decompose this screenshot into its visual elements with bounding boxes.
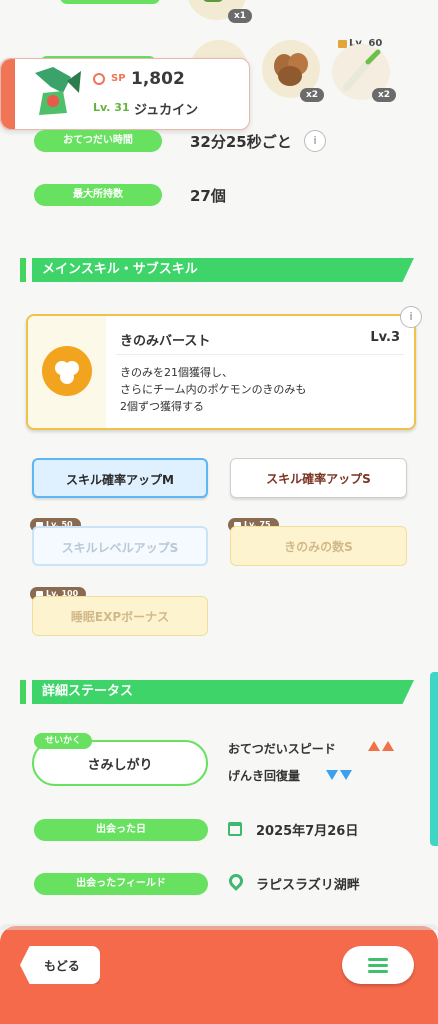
item-1-qty-badge: x1 (228, 9, 253, 23)
footer-bar: もどる (0, 924, 438, 1024)
skill-info-icon[interactable]: i (400, 306, 422, 328)
pokemon-name: ジュカイン (134, 103, 199, 118)
skills-section-header: メインスキル・サブスキル (20, 258, 414, 282)
max-carry-label: 最大所持数 (34, 184, 162, 206)
main-skill-level: Lv.3 (370, 330, 400, 345)
sp-label: SP (111, 73, 126, 84)
info-icon[interactable]: i (304, 130, 326, 152)
menu-button[interactable] (342, 946, 414, 984)
sp-icon (93, 73, 105, 85)
met-field-value: ラピスラズリ湖畔 (256, 878, 360, 893)
sub-skill-2-button[interactable]: スキル確率アップS (230, 458, 407, 498)
up-arrow-icon (368, 741, 380, 751)
scrollbar-thumb[interactable] (430, 672, 438, 846)
item-4-qty-badge: x2 (372, 88, 397, 102)
main-skill-details: きのみバースト Lv.3 きのみを21個獲得し、 さらにチーム内のポケモンのきの… (106, 316, 414, 428)
berry-burst-icon (42, 346, 92, 396)
divider (116, 354, 404, 355)
pokemon-sprite-icon (35, 67, 81, 115)
back-button[interactable]: もどる (20, 946, 100, 984)
nature-tag: せいかく (34, 733, 92, 749)
main-skill-desc-line3: 2個ずつ獲得する (120, 400, 204, 413)
header-bar (20, 680, 26, 704)
calendar-icon (228, 822, 242, 836)
sub-skill-3-button[interactable]: スキルレベルアップS (32, 526, 208, 566)
main-skill-desc-line2: さらにチーム内のポケモンのきのみも (120, 383, 307, 396)
pokemon-summary-card[interactable]: SP 1,802 Lv. 31 ジュカイン (0, 58, 250, 130)
item-3-qty-badge: x2 (300, 88, 325, 102)
nature-value: さみしがり (87, 758, 153, 773)
back-button-label: もどる (44, 959, 80, 973)
up-arrows-icon (368, 741, 394, 751)
location-pin-icon (226, 871, 246, 891)
card-accent-stripe (1, 59, 15, 129)
main-skill-card[interactable]: きのみバースト Lv.3 きのみを21個獲得し、 さらにチーム内のポケモンのきの… (26, 314, 416, 430)
met-date-value: 2025年7月26日 (256, 824, 359, 839)
detail-section-header: 詳細ステータス (20, 680, 414, 704)
up-arrow-icon (382, 741, 394, 751)
down-arrows-icon (326, 770, 352, 780)
footer-edge (0, 924, 438, 930)
max-carry-value: 27個 (190, 187, 226, 205)
sub-skill-4-button[interactable]: きのみの数S (230, 526, 407, 566)
top-green-pill-fragment (60, 0, 160, 4)
met-field-label: 出会ったフィールド (34, 873, 208, 895)
detail-section-title: 詳細ステータス (42, 684, 134, 699)
main-skill-name: きのみバースト (120, 334, 211, 349)
pokemon-level: Lv. 31 (93, 101, 130, 114)
header-bar (20, 258, 26, 282)
sp-value: 1,802 (131, 69, 185, 89)
hamburger-icon (368, 958, 388, 973)
sub-skill-5-button[interactable]: 睡眠EXPボーナス (32, 596, 208, 636)
nature-down-stat: げんき回復量 (228, 769, 301, 783)
help-time-label: おてつだい時間 (34, 130, 162, 152)
sub-skill-1-button[interactable]: スキル確率アップM (32, 458, 208, 498)
met-date-label: 出会った日 (34, 819, 208, 841)
skills-section-title: メインスキル・サブスキル (42, 262, 198, 277)
help-time-value: 32分25秒ごと (190, 133, 292, 151)
main-skill-desc-line1: きのみを21個獲得し、 (120, 366, 233, 379)
nature-up-stat: おてつだいスピード (228, 742, 336, 756)
berry-icon (55, 361, 79, 384)
down-arrow-icon (326, 770, 338, 780)
leaf-icon (202, 0, 224, 2)
down-arrow-icon (340, 770, 352, 780)
